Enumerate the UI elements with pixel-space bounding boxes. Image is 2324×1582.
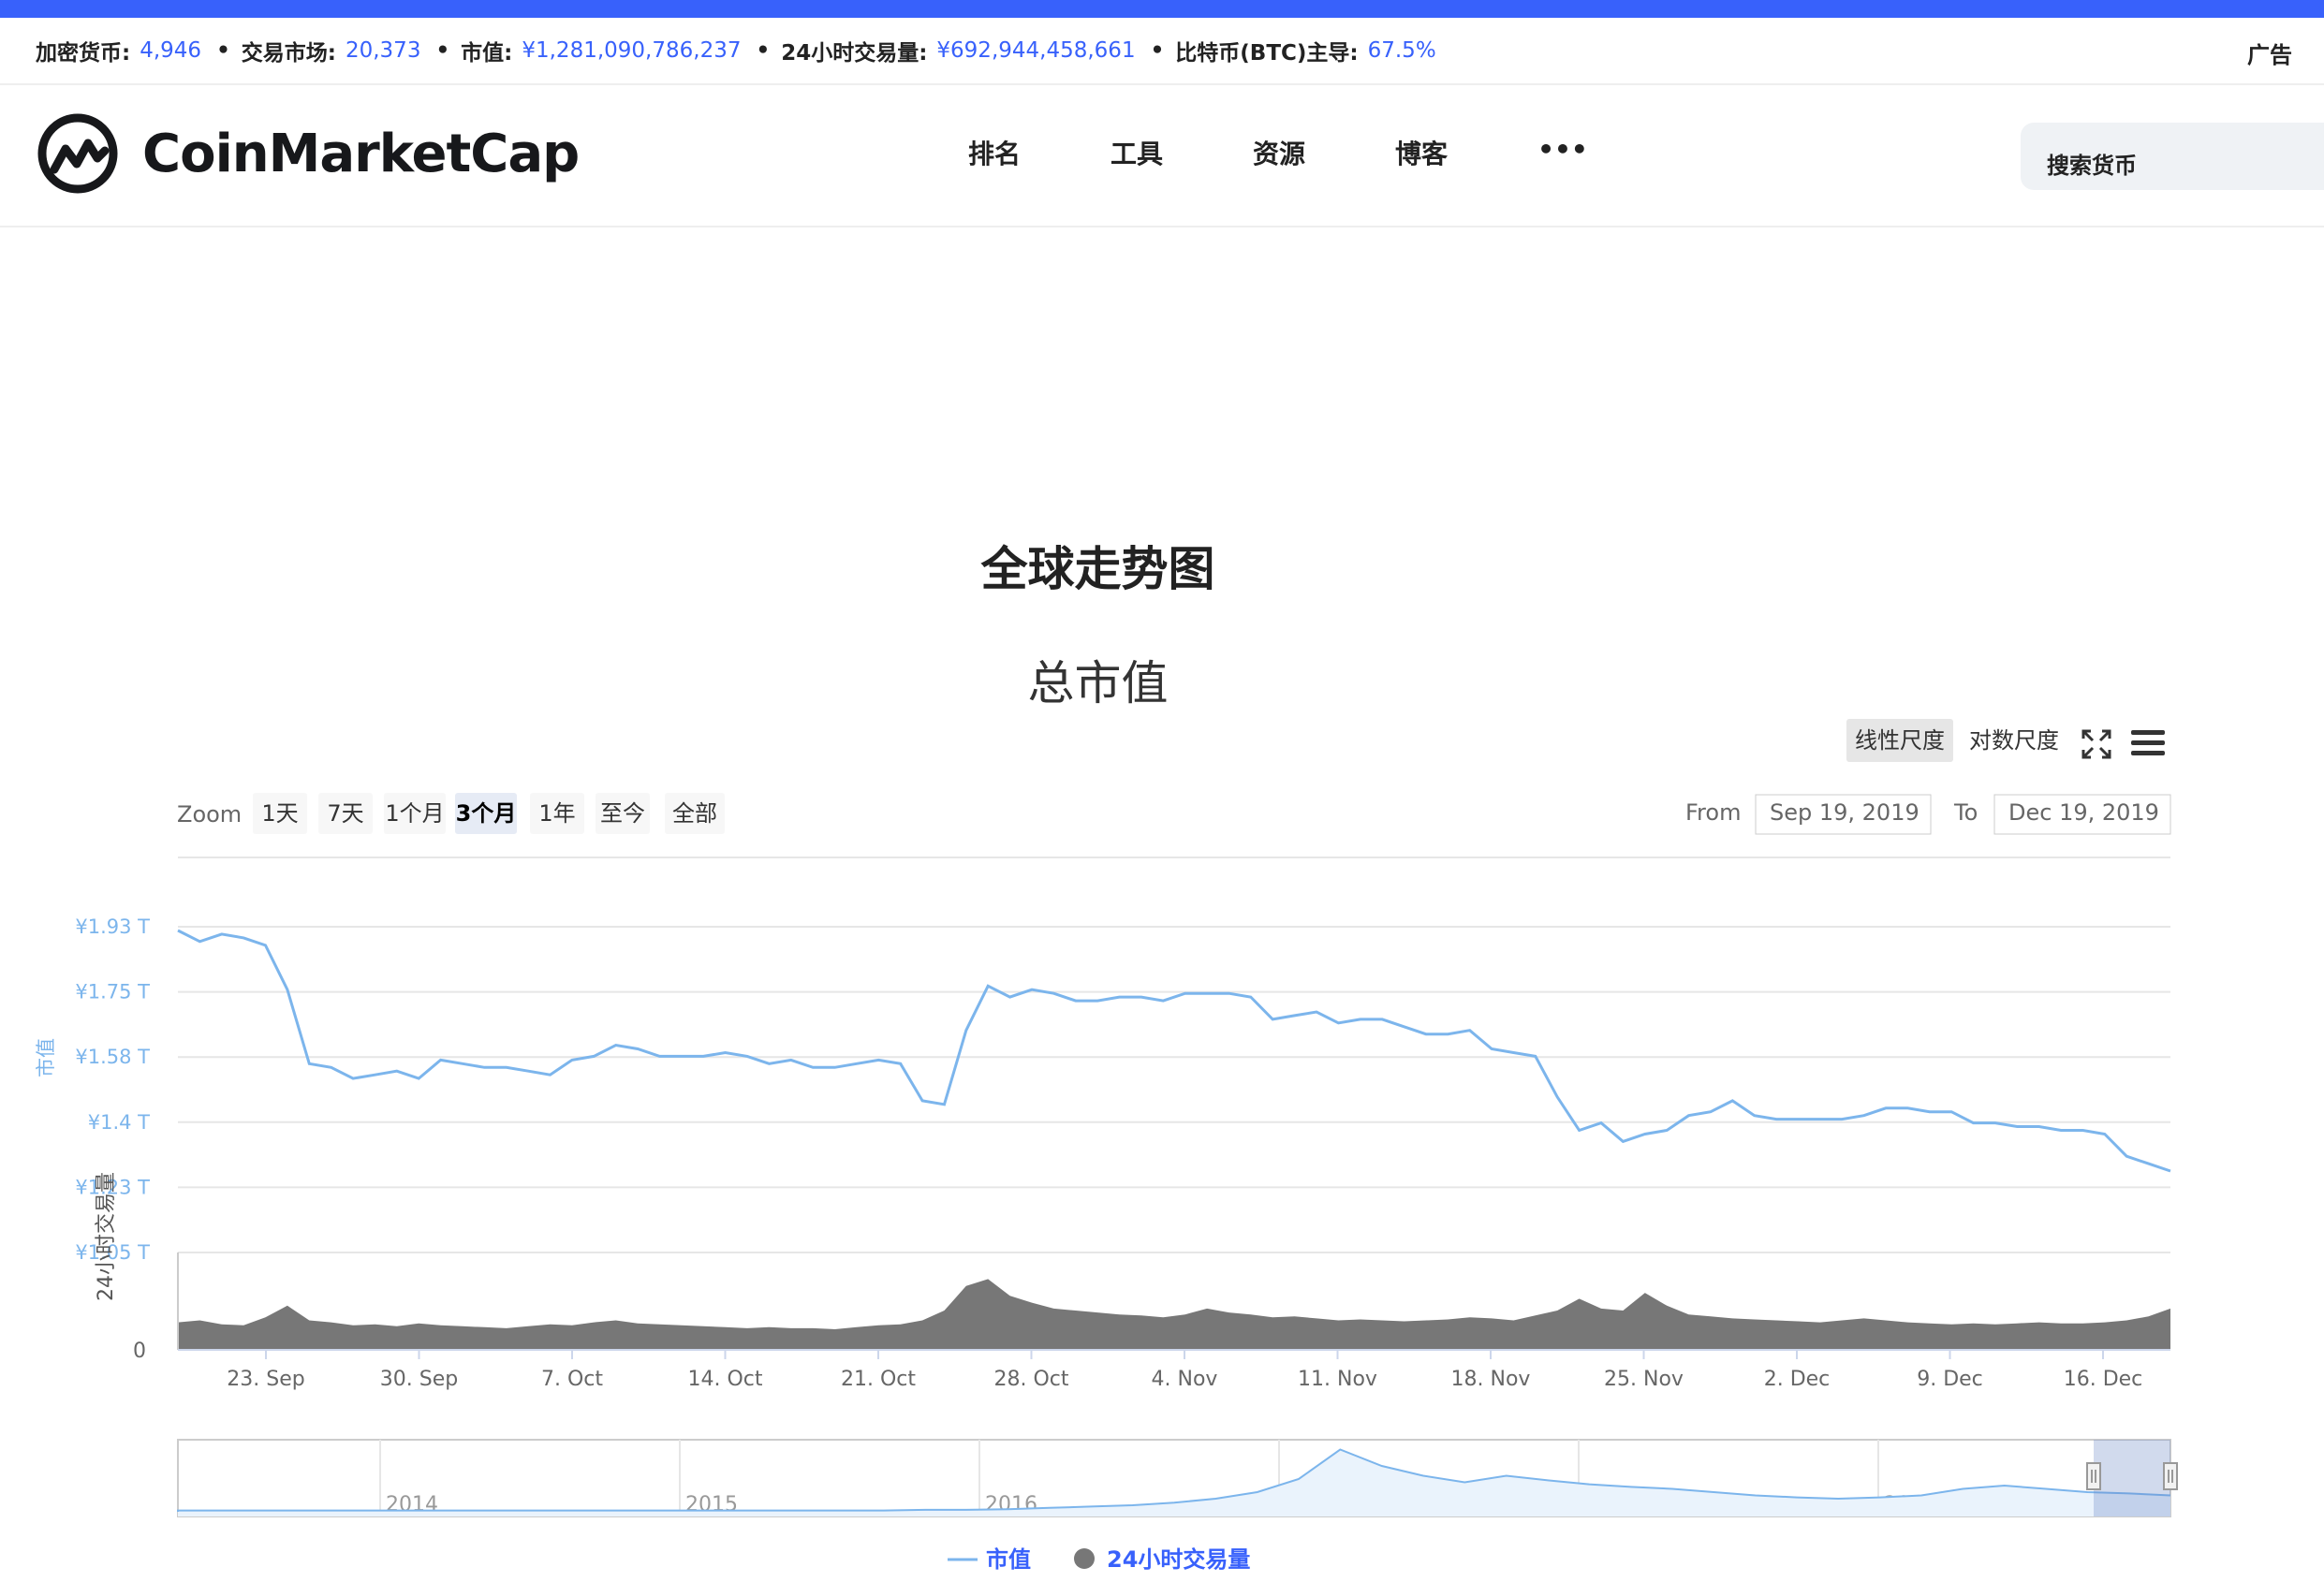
market-cap-series (177, 929, 2171, 1173)
market-cap-chart[interactable]: Zoom 1天 7天 1个月 3个月 1年 至今 全部 From Sep 19, 2019 … (0, 0, 2324, 1582)
legend-item-volume[interactable]: 24小时交易量 (1074, 1546, 1250, 1573)
y-tick-label: ¥1.93 T (75, 916, 150, 938)
x-tick-label: 18. Nov (1451, 1368, 1531, 1391)
market-cap-line (177, 929, 2171, 1173)
range-selector: Zoom 1天 7天 1个月 3个月 1年 至今 全部 From Sep 19, 2019 … (177, 793, 2171, 835)
x-tick-label: 25. Nov (1604, 1368, 1684, 1391)
zoom-label: Zoom (177, 801, 242, 828)
zoom-button[interactable]: 1个月 (384, 793, 446, 834)
x-tick-label: 16. Dec (2064, 1368, 2143, 1391)
legend-item-market-cap[interactable]: 市值 (948, 1546, 1031, 1573)
x-tick-label: 11. Nov (1298, 1368, 1377, 1391)
legend-label: 24小时交易量 (1107, 1546, 1250, 1573)
volume-axis-label: 24小时交易量 (95, 1172, 118, 1301)
x-tick-label: 21. Oct (841, 1368, 916, 1391)
x-tick-label: 4. Nov (1152, 1368, 1218, 1391)
zoom-button-label: 1年 (538, 800, 575, 827)
zoom-button[interactable]: 1年 (530, 793, 584, 834)
navigator-handle[interactable] (2086, 1462, 2101, 1490)
navigator[interactable]: 201420152016201720182019 (177, 1439, 2178, 1517)
zoom-button-label: 3个月 (456, 800, 517, 827)
zoom-button[interactable]: 7天 (318, 793, 373, 834)
x-tick-label: 30. Sep (380, 1368, 458, 1391)
zoom-button-label: 1个月 (385, 800, 444, 827)
y-tick-label: ¥1.58 T (75, 1046, 150, 1068)
navigator-handle-grip (2086, 1462, 2101, 1490)
legend: 市值 24小时交易量 (948, 1546, 1250, 1573)
to-label: To (1953, 799, 1978, 826)
volume-zero-tick: 0 (133, 1340, 146, 1363)
zoom-button-label: 7天 (327, 800, 363, 827)
x-axis-ticks: 23. Sep 30. Sep 7. Oct 14. Oct 21. Oct 28. Oc… (227, 1350, 2142, 1391)
grid-lines (178, 926, 2170, 1253)
x-tick-label: 7. Oct (541, 1368, 603, 1391)
volume-series (178, 1279, 2170, 1350)
legend-dot-marker (1074, 1548, 1095, 1569)
x-tick-label: 28. Oct (993, 1368, 1068, 1391)
legend-label: 市值 (986, 1546, 1031, 1573)
from-label: From (1685, 799, 1741, 826)
x-tick-label: 9. Dec (1917, 1368, 1983, 1391)
y-axis-label: 市值 (35, 1038, 57, 1077)
y-tick-label: ¥1.75 T (75, 981, 150, 1003)
zoom-button[interactable]: 3个月 (455, 793, 517, 834)
from-date-value: Sep 19, 2019 (1770, 799, 1920, 826)
x-tick-label: 14. Oct (687, 1368, 762, 1391)
to-date-value: Dec 19, 2019 (2008, 799, 2159, 826)
zoom-button-label: 全部 (672, 800, 717, 827)
zoom-button-label: 1天 (261, 800, 298, 827)
x-tick-label: 23. Sep (227, 1368, 304, 1391)
volume-area (178, 1279, 2170, 1350)
navigator-handle[interactable] (2163, 1462, 2178, 1490)
zoom-button-label: 至今 (600, 800, 645, 827)
zoom-button[interactable]: 全部 (665, 793, 725, 834)
zoom-button[interactable]: 1天 (253, 793, 307, 834)
y-tick-label: ¥1.4 T (88, 1111, 150, 1134)
navigator-selection[interactable] (2094, 1440, 2170, 1516)
zoom-button[interactable]: 至今 (596, 793, 650, 834)
x-tick-label: 2. Dec (1764, 1368, 1831, 1391)
navigator-handle-grip (2163, 1462, 2178, 1490)
